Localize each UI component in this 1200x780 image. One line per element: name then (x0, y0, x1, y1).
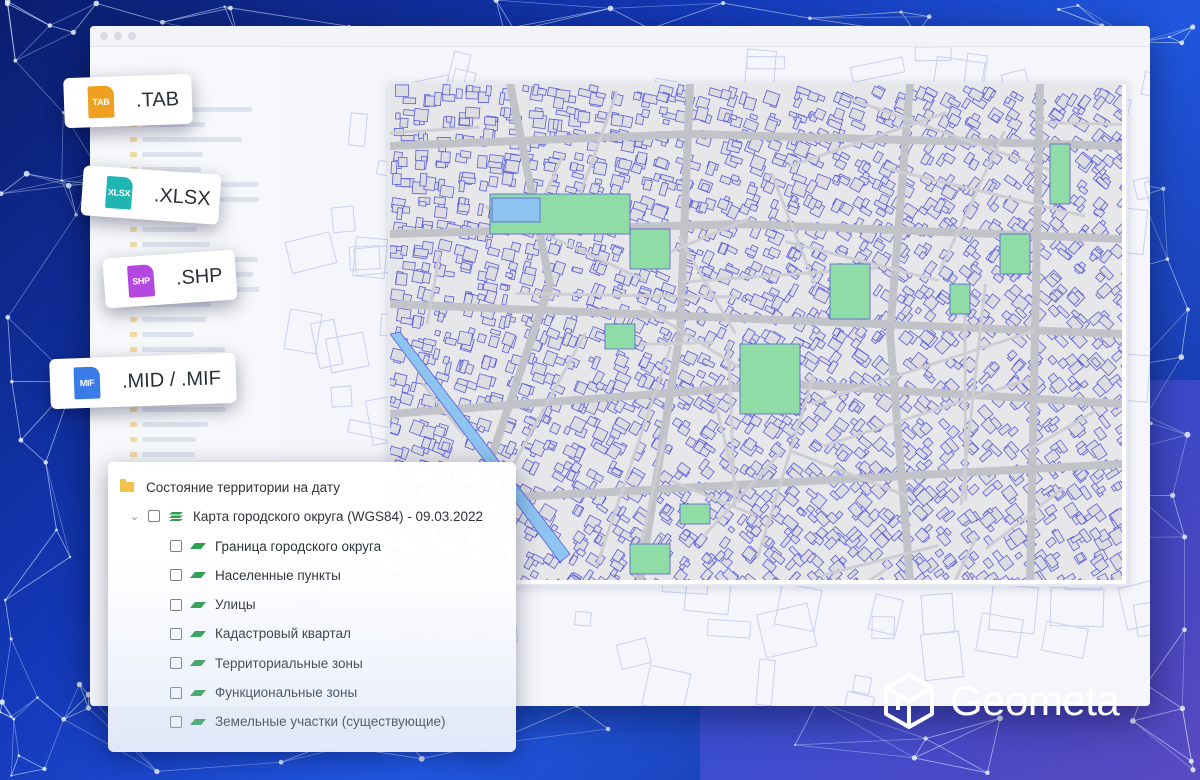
tree-root-label: Состояние территории на дату (146, 479, 340, 495)
brand-logo: Geometa (882, 670, 1120, 732)
layer-icon (190, 630, 206, 637)
layer-icon (190, 572, 206, 579)
format-label: .TAB (135, 87, 180, 112)
layer-checkbox[interactable] (170, 569, 182, 582)
format-label: .SHP (175, 263, 224, 290)
layer-icon (190, 543, 206, 549)
tree-root-folder[interactable]: Состояние территории на дату (120, 476, 340, 498)
layer-checkbox[interactable] (170, 627, 182, 640)
geometa-cube-logo (884, 673, 934, 729)
format-card-shp: SHP .SHP (102, 249, 238, 309)
layer-icon (190, 601, 206, 608)
mif-file-icon: MIF (73, 366, 101, 400)
layer-item[interactable]: Граница городского округа (170, 535, 381, 557)
window-dot[interactable] (114, 32, 122, 40)
layer-icon (190, 660, 206, 667)
xlsx-file-icon: XLSX (104, 175, 134, 210)
folder-icon (120, 479, 134, 492)
layer-checkbox[interactable] (148, 510, 160, 522)
layer-group-icon (169, 512, 183, 521)
layer-item-label: Земельные участки (существующие) (215, 714, 446, 730)
format-label: .MID / .MIF (121, 366, 222, 393)
tree-map-label: Карта городского округа (WGS84) - 09.03.… (193, 508, 484, 524)
layer-checkbox[interactable] (170, 686, 182, 699)
layer-checkbox[interactable] (170, 715, 182, 728)
shp-file-icon: SHP (126, 264, 156, 298)
layer-item-label: Населенные пункты (215, 567, 341, 583)
layer-item[interactable]: Населенные пункты (170, 564, 341, 586)
layer-item[interactable]: Территориальные зоны (170, 652, 363, 674)
layers-panel: Состояние территории на дату ⌄ Карта гор… (108, 462, 516, 752)
layer-item[interactable]: Улицы (170, 594, 256, 616)
layer-item-label: Улицы (215, 597, 256, 613)
window-dot[interactable] (100, 32, 108, 40)
layer-checkbox[interactable] (170, 540, 182, 552)
format-label: .XLSX (153, 183, 212, 210)
tab-file-icon: TAB (87, 85, 115, 119)
chevron-down-icon[interactable]: ⌄ (130, 510, 140, 523)
layer-item[interactable]: Функциональные зоны (170, 682, 357, 704)
layer-item-label: Территориальные зоны (215, 655, 363, 671)
window-titlebar (90, 26, 1150, 47)
format-card-tab: TAB .TAB (63, 73, 193, 129)
layer-icon (190, 718, 206, 725)
brand-name: Geometa (950, 677, 1120, 724)
format-card-mif: MIF .MID / .MIF (49, 352, 237, 410)
layer-icon (190, 689, 206, 696)
tree-map-group[interactable]: ⌄ Карта городского округа (WGS84) - 09.0… (130, 505, 483, 527)
layer-item-label: Граница городского округа (215, 538, 382, 554)
layer-item-label: Кадастровый квартал (215, 626, 351, 642)
layer-checkbox[interactable] (170, 657, 182, 670)
layer-item[interactable]: Кадастровый квартал (170, 623, 351, 645)
window-dot[interactable] (128, 32, 136, 40)
layer-item[interactable]: Земельные участки (существующие) (170, 711, 446, 733)
format-card-xlsx: XLSX .XLSX (80, 165, 222, 225)
layer-checkbox[interactable] (170, 598, 182, 611)
layer-item-label: Функциональные зоны (215, 685, 358, 700)
